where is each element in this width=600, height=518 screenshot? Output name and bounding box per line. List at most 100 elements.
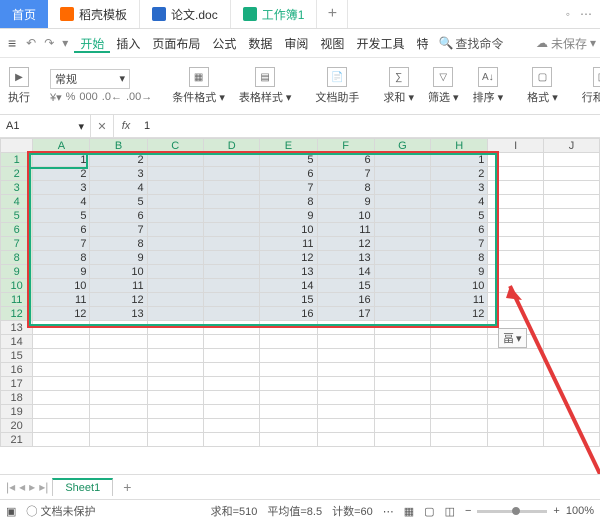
row-header-16[interactable]: 16 bbox=[1, 363, 33, 377]
cell-G4[interactable] bbox=[374, 195, 431, 209]
cell-G10[interactable] bbox=[374, 279, 431, 293]
row-header-10[interactable]: 10 bbox=[1, 279, 33, 293]
cell-J12[interactable] bbox=[543, 307, 599, 321]
cell-I19[interactable] bbox=[488, 405, 544, 419]
col-header-G[interactable]: G bbox=[374, 139, 431, 153]
cell-H5[interactable]: 5 bbox=[431, 209, 488, 223]
row-header-21[interactable]: 21 bbox=[1, 433, 33, 447]
cell-F1[interactable]: 6 bbox=[317, 153, 374, 167]
cell-B8[interactable]: 9 bbox=[90, 251, 147, 265]
cell-B12[interactable]: 13 bbox=[90, 307, 147, 321]
cell-G13[interactable] bbox=[374, 321, 431, 335]
cell-G18[interactable] bbox=[374, 391, 431, 405]
qat-dropdown[interactable]: ▾ bbox=[60, 36, 70, 50]
cell-D3[interactable] bbox=[203, 181, 259, 195]
cell-C17[interactable] bbox=[147, 377, 203, 391]
cell-F7[interactable]: 12 bbox=[317, 237, 374, 251]
menu-tab-2[interactable]: 页面布局 bbox=[146, 35, 206, 53]
cell-I15[interactable] bbox=[488, 349, 544, 363]
cell-F2[interactable]: 7 bbox=[317, 167, 374, 181]
cell-I4[interactable] bbox=[488, 195, 544, 209]
cell-B18[interactable] bbox=[90, 391, 147, 405]
cell-F19[interactable] bbox=[317, 405, 374, 419]
view-split-icon[interactable]: ◫ bbox=[445, 505, 455, 518]
cell-G17[interactable] bbox=[374, 377, 431, 391]
view-normal-icon[interactable]: ▦ bbox=[404, 505, 414, 518]
cell-E7[interactable]: 11 bbox=[260, 237, 317, 251]
cell-E15[interactable] bbox=[260, 349, 317, 363]
cell-H21[interactable] bbox=[431, 433, 488, 447]
cell-J14[interactable] bbox=[543, 335, 599, 349]
cell-F9[interactable]: 14 bbox=[317, 265, 374, 279]
cell-B10[interactable]: 11 bbox=[90, 279, 147, 293]
col-header-E[interactable]: E bbox=[260, 139, 317, 153]
row-header-17[interactable]: 17 bbox=[1, 377, 33, 391]
cell-I8[interactable] bbox=[488, 251, 544, 265]
menu-icon[interactable]: ≡ bbox=[4, 35, 20, 51]
cell-A7[interactable]: 7 bbox=[33, 237, 90, 251]
cell-A20[interactable] bbox=[33, 419, 90, 433]
cell-G19[interactable] bbox=[374, 405, 431, 419]
cell-A15[interactable] bbox=[33, 349, 90, 363]
cell-E2[interactable]: 6 bbox=[260, 167, 317, 181]
cell-I17[interactable] bbox=[488, 377, 544, 391]
cell-G15[interactable] bbox=[374, 349, 431, 363]
sheet-tab-sheet1[interactable]: Sheet1 bbox=[52, 478, 113, 496]
row-header-14[interactable]: 14 bbox=[1, 335, 33, 349]
cell-F10[interactable]: 15 bbox=[317, 279, 374, 293]
cell-E16[interactable] bbox=[260, 363, 317, 377]
cell-H12[interactable]: 12 bbox=[431, 307, 488, 321]
cell-I7[interactable] bbox=[488, 237, 544, 251]
increase-decimal-button[interactable]: .0← bbox=[102, 91, 122, 103]
menu-tab-6[interactable]: 视图 bbox=[314, 35, 350, 53]
cell-J6[interactable] bbox=[543, 223, 599, 237]
cell-B14[interactable] bbox=[90, 335, 147, 349]
cell-B1[interactable]: 2 bbox=[90, 153, 147, 167]
cell-G11[interactable] bbox=[374, 293, 431, 307]
row-header-13[interactable]: 13 bbox=[1, 321, 33, 335]
zoom-in-icon[interactable]: + bbox=[553, 505, 559, 517]
row-header-20[interactable]: 20 bbox=[1, 419, 33, 433]
row-header-3[interactable]: 3 bbox=[1, 181, 33, 195]
cell-G9[interactable] bbox=[374, 265, 431, 279]
cell-J17[interactable] bbox=[543, 377, 599, 391]
cell-F12[interactable]: 17 bbox=[317, 307, 374, 321]
cell-H18[interactable] bbox=[431, 391, 488, 405]
cell-C21[interactable] bbox=[147, 433, 203, 447]
cell-G7[interactable] bbox=[374, 237, 431, 251]
cell-C2[interactable] bbox=[147, 167, 203, 181]
cell-F11[interactable]: 16 bbox=[317, 293, 374, 307]
cell-H2[interactable]: 2 bbox=[431, 167, 488, 181]
cell-A12[interactable]: 12 bbox=[33, 307, 90, 321]
menu-tab-0[interactable]: 开始 bbox=[74, 35, 110, 53]
cell-E6[interactable]: 10 bbox=[260, 223, 317, 237]
cell-A18[interactable] bbox=[33, 391, 90, 405]
cell-C6[interactable] bbox=[147, 223, 203, 237]
ribbon-table-style[interactable]: ▤ 表格样式 ▾ bbox=[235, 67, 296, 105]
cell-B9[interactable]: 10 bbox=[90, 265, 147, 279]
cell-I2[interactable] bbox=[488, 167, 544, 181]
cell-D7[interactable] bbox=[203, 237, 259, 251]
row-header-18[interactable]: 18 bbox=[1, 391, 33, 405]
cell-H15[interactable] bbox=[431, 349, 488, 363]
cell-J4[interactable] bbox=[543, 195, 599, 209]
cell-F16[interactable] bbox=[317, 363, 374, 377]
cell-E20[interactable] bbox=[260, 419, 317, 433]
cell-I18[interactable] bbox=[488, 391, 544, 405]
cell-C7[interactable] bbox=[147, 237, 203, 251]
new-tab-button[interactable]: + bbox=[317, 0, 348, 28]
cell-F20[interactable] bbox=[317, 419, 374, 433]
cell-F17[interactable] bbox=[317, 377, 374, 391]
cell-H9[interactable]: 9 bbox=[431, 265, 488, 279]
cell-J1[interactable] bbox=[543, 153, 599, 167]
cell-D8[interactable] bbox=[203, 251, 259, 265]
currency-button[interactable]: ¥▾ bbox=[50, 91, 62, 104]
cell-E5[interactable]: 9 bbox=[260, 209, 317, 223]
sheet-nav-prev[interactable]: ◂ bbox=[19, 480, 25, 494]
cell-H16[interactable] bbox=[431, 363, 488, 377]
cell-B11[interactable]: 12 bbox=[90, 293, 147, 307]
row-header-12[interactable]: 12 bbox=[1, 307, 33, 321]
cell-C1[interactable] bbox=[147, 153, 203, 167]
row-header-9[interactable]: 9 bbox=[1, 265, 33, 279]
cell-E1[interactable]: 5 bbox=[260, 153, 317, 167]
